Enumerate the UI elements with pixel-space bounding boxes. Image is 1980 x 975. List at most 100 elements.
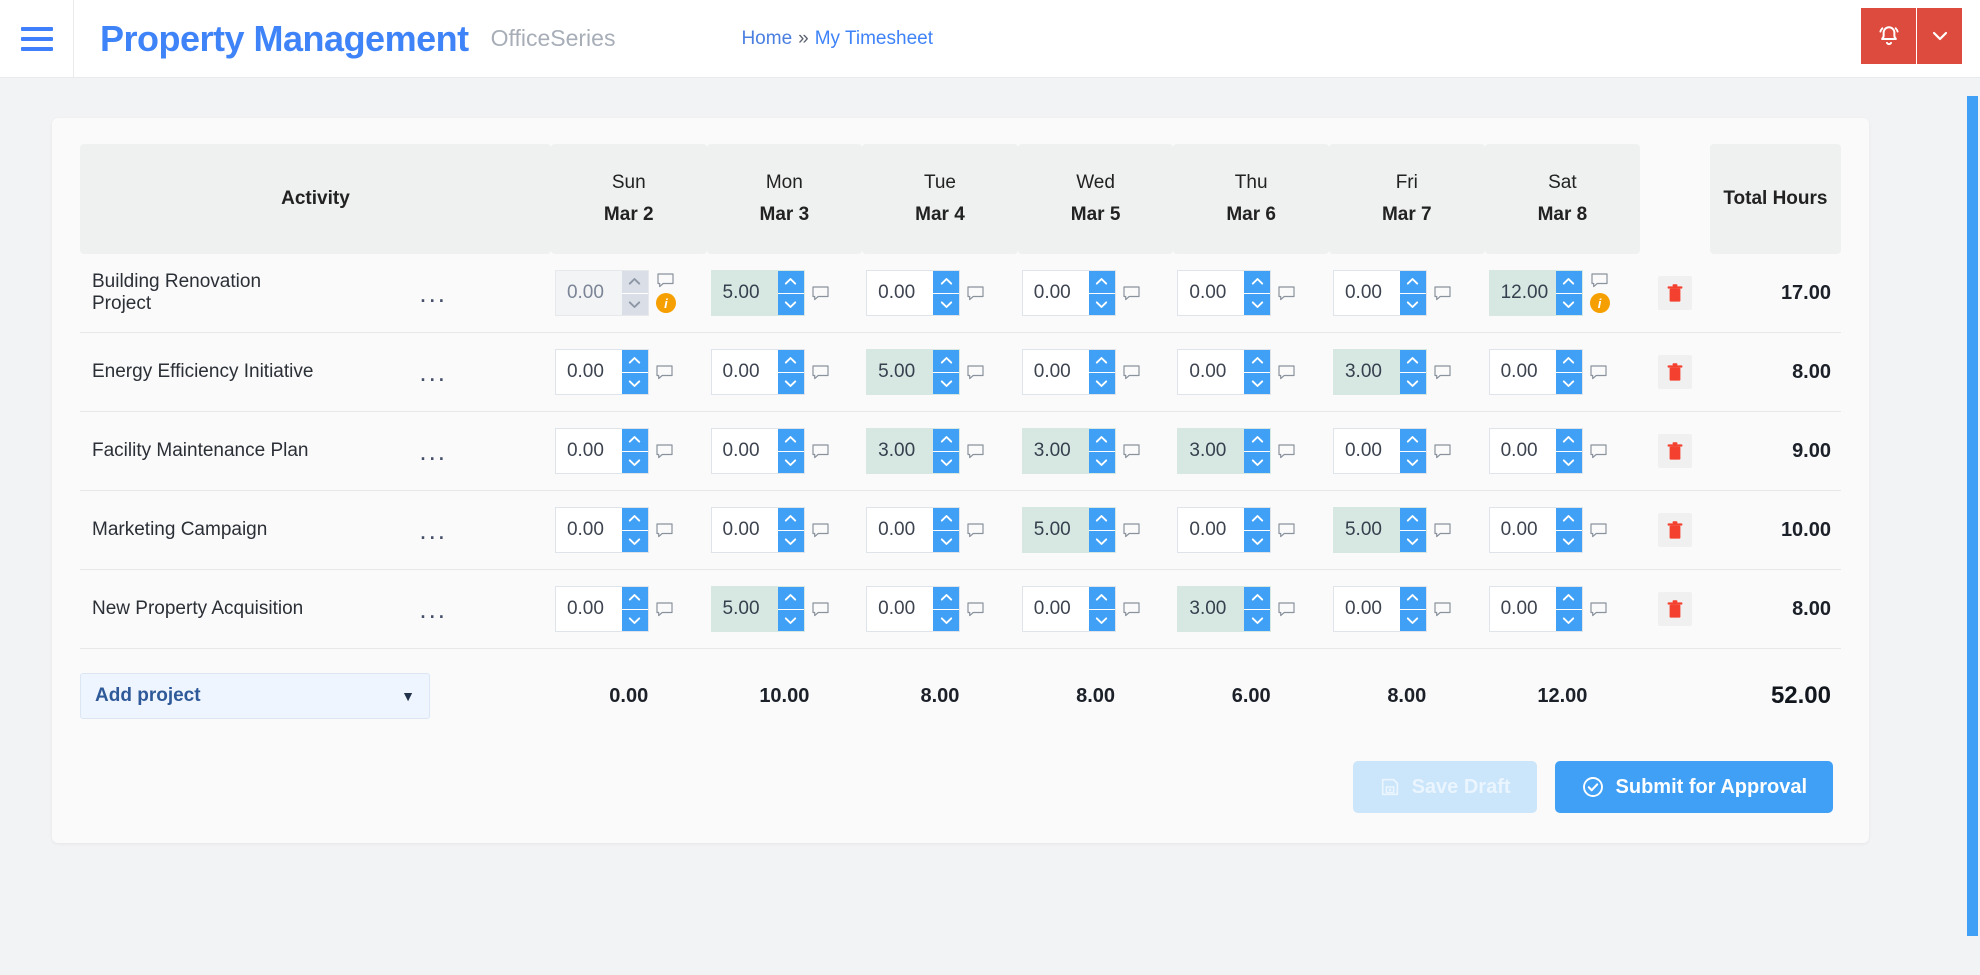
page-scrollbar[interactable] [1964,78,1980,975]
stepper-increment-button[interactable] [1556,271,1582,293]
stepper-increment-button[interactable] [1089,508,1115,530]
stepper-decrement-button[interactable] [778,372,804,395]
stepper-increment-button[interactable] [622,429,648,451]
stepper-decrement-button[interactable] [933,372,959,395]
hours-input[interactable]: 3.00 [1023,429,1089,473]
stepper-decrement-button[interactable] [1244,530,1270,553]
hours-input[interactable]: 0.00 [1023,271,1089,315]
hours-stepper[interactable]: 3.00 [1177,428,1271,474]
info-warning-icon[interactable]: i [656,293,676,313]
hours-stepper[interactable]: 0.00 [866,507,960,553]
stepper-increment-button[interactable] [1556,587,1582,609]
stepper-decrement-button[interactable] [1244,293,1270,316]
hours-stepper[interactable]: 0.00 [866,586,960,632]
stepper-increment-button[interactable] [1400,350,1426,372]
stepper-decrement-button[interactable] [1556,293,1582,316]
stepper-decrement-button[interactable] [1089,293,1115,316]
hours-input[interactable]: 3.00 [867,429,933,473]
hours-input[interactable]: 0.00 [712,429,778,473]
save-draft-button[interactable]: Save Draft [1353,761,1537,813]
stepper-increment-button[interactable] [1089,350,1115,372]
stepper-increment-button[interactable] [1400,271,1426,293]
comment-icon[interactable] [1123,602,1140,617]
comment-icon[interactable] [1434,365,1451,380]
stepper-decrement-button[interactable] [778,530,804,553]
delete-row-button[interactable] [1658,276,1692,310]
hours-input[interactable]: 0.00 [556,429,622,473]
hours-input[interactable]: 0.00 [1490,587,1556,631]
stepper-decrement-button[interactable] [622,609,648,632]
hours-stepper[interactable]: 0.00 [711,428,805,474]
stepper-increment-button[interactable] [622,271,648,293]
stepper-increment-button[interactable] [778,587,804,609]
stepper-decrement-button[interactable] [1400,609,1426,632]
stepper-decrement-button[interactable] [1400,451,1426,474]
comment-icon[interactable] [656,365,673,380]
stepper-increment-button[interactable] [1244,508,1270,530]
comment-icon[interactable] [656,602,673,617]
hours-stepper[interactable]: 0.00 [1489,428,1583,474]
row-menu-button[interactable]: ... [315,412,550,491]
hours-stepper[interactable]: 0.00 [555,586,649,632]
comment-icon[interactable] [812,602,829,617]
stepper-increment-button[interactable] [1244,350,1270,372]
stepper-increment-button[interactable] [622,350,648,372]
hours-stepper[interactable]: 0.00 [555,349,649,395]
stepper-decrement-button[interactable] [1089,530,1115,553]
comment-icon[interactable] [1123,286,1140,301]
stepper-increment-button[interactable] [1244,271,1270,293]
hours-stepper[interactable]: 0.00 [555,507,649,553]
stepper-decrement-button[interactable] [1089,372,1115,395]
hours-input[interactable]: 0.00 [556,271,622,315]
comment-icon[interactable] [1590,523,1607,538]
hours-stepper[interactable]: 0.00 [1177,270,1271,316]
comment-icon[interactable] [967,286,984,301]
stepper-decrement-button[interactable] [622,530,648,553]
breadcrumb-current-page[interactable]: My Timesheet [815,28,933,49]
stepper-decrement-button[interactable] [1244,609,1270,632]
hours-input[interactable]: 0.00 [556,587,622,631]
stepper-increment-button[interactable] [933,271,959,293]
delete-row-button[interactable] [1658,434,1692,468]
hours-stepper[interactable]: 0.00 [1489,349,1583,395]
hours-input[interactable]: 5.00 [712,271,778,315]
stepper-decrement-button[interactable] [778,609,804,632]
hours-stepper[interactable]: 5.00 [1022,507,1116,553]
comment-icon[interactable] [812,444,829,459]
stepper-decrement-button[interactable] [933,451,959,474]
notifications-dropdown-button[interactable] [1916,8,1962,64]
info-warning-icon[interactable]: i [1590,293,1610,313]
hours-stepper[interactable]: 5.00 [1333,507,1427,553]
stepper-increment-button[interactable] [622,508,648,530]
row-menu-button[interactable]: ... [315,254,550,333]
comment-icon[interactable] [657,273,674,288]
stepper-increment-button[interactable] [1556,350,1582,372]
hours-input[interactable]: 0.00 [1178,271,1244,315]
stepper-decrement-button[interactable] [1244,372,1270,395]
hours-input[interactable]: 0.00 [556,350,622,394]
stepper-decrement-button[interactable] [1556,530,1582,553]
hours-stepper[interactable]: 0.00 [555,428,649,474]
comment-icon[interactable] [1278,602,1295,617]
hours-stepper[interactable]: 3.00 [1177,586,1271,632]
stepper-increment-button[interactable] [1089,271,1115,293]
comment-icon[interactable] [1278,286,1295,301]
hours-stepper[interactable]: 3.00 [1333,349,1427,395]
hours-stepper[interactable]: 0.00 [866,270,960,316]
hours-input[interactable]: 0.00 [712,508,778,552]
hours-input[interactable]: 0.00 [867,587,933,631]
stepper-decrement-button[interactable] [1400,530,1426,553]
stepper-decrement-button[interactable] [1400,293,1426,316]
comment-icon[interactable] [967,444,984,459]
hours-stepper[interactable]: 5.00 [711,270,805,316]
comment-icon[interactable] [1591,273,1608,288]
comment-icon[interactable] [967,602,984,617]
comment-icon[interactable] [1278,444,1295,459]
stepper-decrement-button[interactable] [1400,372,1426,395]
hours-stepper[interactable]: 0.00 [1333,270,1427,316]
comment-icon[interactable] [1278,365,1295,380]
hours-input[interactable]: 0.00 [1490,429,1556,473]
notifications-button[interactable] [1861,8,1916,64]
hours-stepper[interactable]: 0.00 [711,507,805,553]
hours-input[interactable]: 5.00 [1023,508,1089,552]
